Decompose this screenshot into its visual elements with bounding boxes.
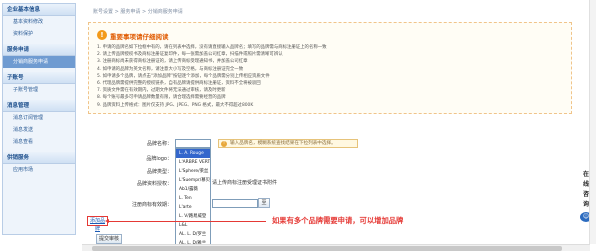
breadcrumb: 账号设置 > 服务申请 > 分销商服务申请 <box>93 9 183 15</box>
info-icon: ! <box>221 141 227 147</box>
dropdown-option[interactable]: L. V/路易威登 <box>176 212 210 221</box>
dropdown-option[interactable]: L'Suempr/慕贝 <box>176 176 210 185</box>
trademark-to-label: 至 <box>258 198 270 208</box>
trademark-validity-label: 注册商标有效期： <box>131 202 172 208</box>
notice-line: 4. 如申请的品牌为英文名称，请注意大小写及空格，与商标注册证完全一致 <box>97 66 244 72</box>
annotation-text: 如果有多个品牌需要申请，可以增加品牌 <box>272 216 404 225</box>
sidebar-item-data-protection[interactable]: 资料保护 <box>3 28 75 40</box>
sidebar-item-msg-subscribe[interactable]: 消息订阅管理 <box>3 112 75 124</box>
sidebar-section-header[interactable]: 子账号 <box>3 72 75 84</box>
brand-dropdown[interactable]: L. A. Rouge L'ARBRE VERT/绿树 L'Sphere/莱丝 … <box>175 148 211 247</box>
brand-type-label: 品牌类型： <box>146 169 172 175</box>
sidebar-item-distributor-apply[interactable]: 分销商服务申请 <box>3 56 75 68</box>
sidebar-section-header[interactable]: 企业基本信息 <box>3 4 75 16</box>
notice-line: 7. 资质文件需在有效期内，过期文件将无法通过审核，请及时更新 <box>97 88 226 94</box>
vertical-scrollbar[interactable] <box>589 0 596 244</box>
brand-name-input[interactable] <box>175 139 211 148</box>
sidebar-section-header[interactable]: 消息管理 <box>3 100 75 112</box>
notice-box: ! 重要事项请仔细阅读 1. 申请的品牌名如下拉框中有的，请在列表中选择，没有请… <box>88 22 572 114</box>
upload-instruction: 请上传商标注册受理证书附件 <box>212 180 278 186</box>
horizontal-scrollbar[interactable] <box>82 244 590 251</box>
notice-line: 1. 申请的品牌名如下拉框中有的，请在列表中选择，没有请直接输入品牌名；填写的品… <box>97 45 327 50</box>
notice-line: 6. 代理品牌需提供完整的授权链条，自有品牌请提供商标注册证，资料不全将被驳回 <box>97 80 261 86</box>
brand-logo-label: 品牌logo： <box>146 156 172 162</box>
sidebar-section-header[interactable]: 服务申请 <box>3 44 75 56</box>
sidebar-item-app-market[interactable]: 应用市场 <box>3 164 75 176</box>
notice-line: 5. 如申请多个品牌，请点击“添加品牌”按钮逐个添加，每个品牌需分别上传相应资质… <box>97 73 270 79</box>
brand-name-label: 品牌名称： <box>146 141 172 147</box>
submit-button[interactable]: 提交审核 <box>96 234 122 244</box>
sidebar-item-msg-send[interactable]: 消息发送 <box>3 124 75 136</box>
notice-line: 2. 请上传品牌授权书及商标注册证复印件，每一张需加盖公司红章，扫描件或照片需清… <box>97 52 283 58</box>
dropdown-option[interactable]: Ab1/露薇 <box>176 185 210 194</box>
brand-qualification-label: 品牌资料授权： <box>136 181 172 187</box>
exclamation-icon: ! <box>97 30 107 40</box>
notice-list: 1. 申请的品牌名如下拉框中有的，请在列表中选择，没有请直接输入品牌名；填写的品… <box>97 44 569 109</box>
notice-title: 重要事项请仔细阅读 <box>110 33 169 41</box>
notice-line: 8. 每个账号最多可申请品牌数量有限，请合理选择需要经营的品牌 <box>97 95 226 101</box>
brand-hint-text: 输入品牌名，模糊系统查找结果在下拉列表中选择。 <box>230 141 336 146</box>
sidebar-item-subaccount[interactable]: 子账号管理 <box>3 84 75 96</box>
sidebar-section-header[interactable]: 供销服务 <box>3 152 75 164</box>
notice-line: 3. 注册商标尚未获得商标注册证的，请上传商标受理通知书，并加盖公司红章 <box>97 59 248 65</box>
scrollbar-thumb[interactable] <box>92 246 562 251</box>
annotation-arrow <box>105 219 266 223</box>
notice-line: 9. 品牌资料上传格式：图片仅支持 JPG、JPEG、PNG 格式，最大不得超过… <box>97 102 254 108</box>
sidebar-item-msg-view[interactable]: 消息查看 <box>3 136 75 148</box>
dropdown-option[interactable]: L'arte <box>176 203 210 212</box>
brand-hint: ! 输入品牌名，模糊系统查找结果在下拉列表中选择。 <box>218 139 358 148</box>
dropdown-option[interactable]: L'Sphere/莱丝 <box>176 167 210 176</box>
dropdown-option[interactable]: L. A. Rouge <box>176 149 210 158</box>
dropdown-option[interactable]: L'ARBRE VERT/绿树 <box>176 158 210 167</box>
trademark-date-input[interactable] <box>212 199 258 208</box>
sidebar: 企业基本信息 基本资料修改 资料保护 服务申请 分销商服务申请 子账号 子账号管… <box>2 3 76 235</box>
dropdown-option[interactable]: L. Ten <box>176 194 210 203</box>
dropdown-option[interactable]: L&L <box>176 221 210 230</box>
sidebar-item-profile-edit[interactable]: 基本资料修改 <box>3 16 75 28</box>
dropdown-option[interactable]: AL. L. D/罗兰 <box>176 230 210 239</box>
